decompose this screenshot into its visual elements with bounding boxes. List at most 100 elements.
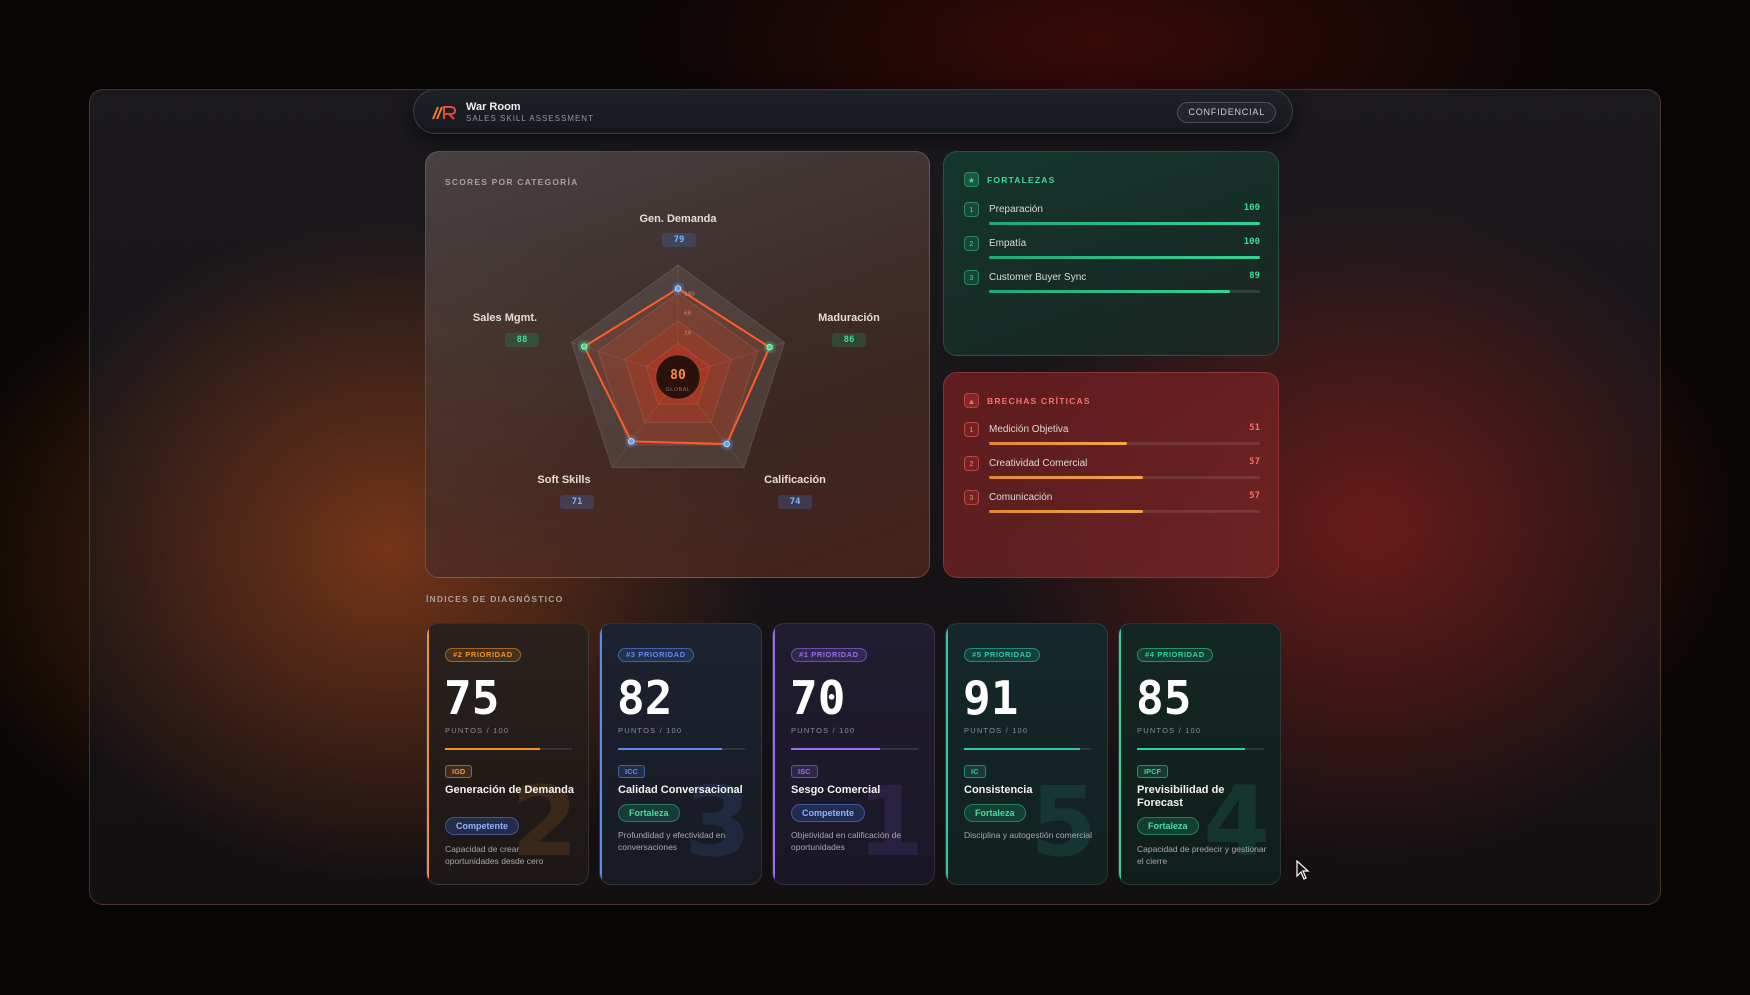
axis-value-gen-demanda: 79 [662, 233, 696, 247]
strength-score: 100 [1243, 203, 1260, 213]
gaps-header: ▲ BRECHAS CRÍTICAS [964, 393, 1091, 408]
gap-score: 51 [1249, 423, 1260, 433]
axis-label-gen-demanda: Gen. Demanda [639, 213, 717, 225]
warning-icon: ▲ [964, 393, 979, 408]
card-code-badge: IGD [445, 765, 473, 778]
axis-label-calificacion: Calificación [764, 474, 826, 486]
card-status-pill: Fortaleza [618, 804, 680, 822]
axis-label-maduracion: Maduración [818, 312, 880, 324]
card-score: 91 [963, 671, 1019, 725]
gap-item: 3 Comunicación 57 [964, 490, 1260, 516]
strengths-header: ★ FORTALEZAS [964, 172, 1056, 187]
radar-point [723, 440, 730, 448]
strengths-panel: ★ FORTALEZAS 1 Preparación 100 2 Empatía… [943, 151, 1279, 356]
card-points-label: PUNTOS / 100 [445, 726, 510, 735]
gap-score: 57 [1249, 457, 1260, 467]
card-score: 75 [444, 671, 500, 725]
card-score-bar [964, 748, 1080, 750]
card-title: Consistencia [964, 784, 1033, 796]
card-description: Capacidad de crear oportunidades desde c… [445, 844, 544, 866]
card-status-pill: Competente [445, 817, 520, 835]
diagnostic-card-igd[interactable]: 2 #2 PRIORIDAD 75 PUNTOS / 100 IGD Gener… [426, 623, 589, 885]
card-code-badge: ICC [618, 765, 645, 778]
strength-item: 2 Empatía 100 [964, 236, 1260, 262]
card-priority-badge: #4 PRIORIDAD [1137, 648, 1213, 662]
diagnostic-card-isc[interactable]: 1 #1 PRIORIDAD 70 PUNTOS / 100 ISC Sesgo… [772, 623, 935, 885]
card-score-bar [1137, 748, 1245, 750]
card-score-bar [445, 748, 541, 750]
axis-value-calificacion: 74 [778, 495, 812, 509]
card-points-label: PUNTOS / 100 [1137, 726, 1202, 735]
mouse-cursor-icon [1296, 860, 1310, 880]
card-accent-line [946, 624, 948, 884]
war-room-logo-icon [432, 106, 457, 120]
ring-label-30: 30 [684, 330, 692, 337]
radar-point [581, 343, 588, 350]
axis-value-soft-skills: 71 [560, 495, 594, 509]
diagnostic-card-ic[interactable]: 5 #5 PRIORIDAD 91 PUNTOS / 100 IC Consis… [945, 623, 1108, 885]
card-code-badge: IPCF [1137, 765, 1169, 778]
ring-label-100: 100 [684, 291, 695, 298]
card-score-bar [618, 748, 723, 750]
strength-score: 89 [1249, 271, 1260, 281]
gap-bar [989, 476, 1144, 479]
gap-item: 2 Creatividad Comercial 57 [964, 456, 1260, 482]
card-status-pill: Fortaleza [1137, 817, 1199, 835]
card-points-label: PUNTOS / 100 [964, 726, 1029, 735]
card-accent-line [600, 624, 602, 884]
gap-score: 57 [1249, 491, 1260, 501]
gap-bar [989, 510, 1144, 513]
card-priority-badge: #3 PRIORIDAD [618, 648, 694, 662]
diagnostic-indices-title: ÍNDICES DE DIAGNÓSTICO [426, 594, 564, 604]
strength-rank: 1 [964, 202, 979, 217]
star-icon: ★ [964, 172, 979, 187]
diagnostic-card-icc[interactable]: 3 #3 PRIORIDAD 82 PUNTOS / 100 ICC Calid… [599, 623, 762, 885]
global-score-value: 80 [670, 368, 686, 383]
radar-point [674, 285, 682, 292]
axis-value-maduracion: 86 [832, 333, 866, 347]
card-code-badge: ISC [791, 765, 818, 778]
axis-label-sales-mgmt: Sales Mgmt. [472, 312, 538, 324]
strength-label: Customer Buyer Sync [989, 272, 1087, 283]
app-title: War Room [466, 101, 521, 113]
strength-label: Empatía [989, 238, 1027, 249]
card-score: 85 [1136, 671, 1192, 725]
gap-rank: 3 [964, 490, 979, 505]
confidential-badge: CONFIDENCIAL [1177, 102, 1276, 123]
card-score: 82 [617, 671, 673, 725]
scores-by-category-panel: SCORES POR CATEGORÍA 80 GLOBAL 100 60 30… [425, 151, 930, 578]
card-description: Disciplina y autogestión comercial [964, 830, 1093, 840]
card-points-label: PUNTOS / 100 [791, 726, 856, 735]
card-priority-badge: #5 PRIORIDAD [964, 648, 1040, 662]
gaps-title: BRECHAS CRÍTICAS [987, 395, 1091, 406]
card-title: Calidad Conversacional [618, 784, 743, 796]
gap-rank: 1 [964, 422, 979, 437]
strength-bar [989, 256, 1260, 259]
gap-label: Creatividad Comercial [989, 458, 1088, 469]
card-description: Profundidad y efectividad en conversacio… [618, 830, 726, 852]
card-priority-badge: #2 PRIORIDAD [445, 648, 521, 662]
gap-bar [989, 442, 1128, 445]
card-score-bar [791, 748, 880, 750]
card-title: Previsibilidad de Forecast [1137, 784, 1225, 809]
card-score: 70 [790, 671, 846, 725]
diagnostic-card-ipcf[interactable]: 4 #4 PRIORIDAD 85 PUNTOS / 100 IPCF Prev… [1118, 623, 1281, 885]
strength-rank: 3 [964, 270, 979, 285]
card-accent-line [1119, 624, 1121, 884]
top-header: War Room SALES SKILL ASSESSMENT CONFIDEN… [413, 89, 1293, 134]
app-subtitle: SALES SKILL ASSESSMENT [466, 114, 594, 123]
card-description: Capacidad de predecir y gestionar el cie… [1137, 844, 1267, 866]
card-description: Objetividad en calificación de oportunid… [791, 830, 902, 852]
radar-point [766, 344, 773, 351]
gap-label: Comunicación [989, 492, 1053, 503]
card-title: Generación de Demanda [445, 784, 574, 796]
card-code-badge: IC [964, 765, 986, 778]
strength-bar [989, 222, 1260, 225]
critical-gaps-panel: ▲ BRECHAS CRÍTICAS 1 Medición Objetiva 5… [943, 372, 1279, 578]
axis-value-sales-mgmt: 88 [505, 333, 539, 347]
axis-label-soft-skills: Soft Skills [537, 474, 591, 486]
card-status-pill: Competente [791, 804, 866, 822]
card-accent-line [773, 624, 775, 884]
global-score-label: GLOBAL [665, 387, 690, 393]
strengths-title: FORTALEZAS [987, 174, 1056, 185]
